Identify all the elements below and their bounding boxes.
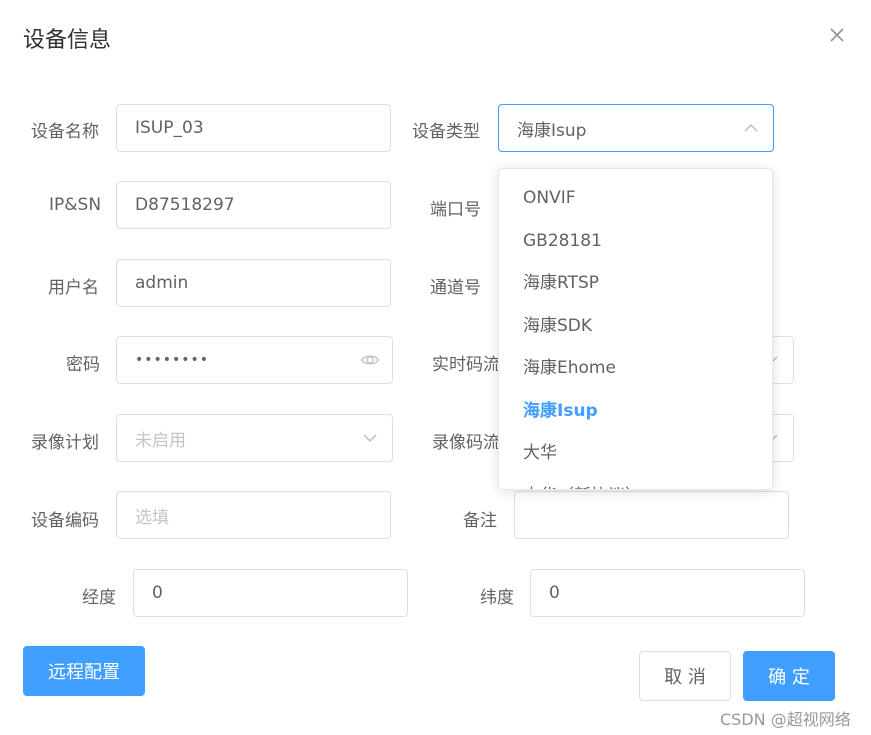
- ip-sn-value: D87518297: [135, 195, 235, 215]
- channel-label: 通道号: [430, 278, 481, 298]
- device-type-value: 海康Isup: [517, 120, 587, 141]
- longitude-value: 0: [152, 583, 163, 603]
- username-input[interactable]: admin: [116, 259, 391, 307]
- record-plan-value: 未启用: [135, 430, 186, 451]
- dropdown-option-dahua-new[interactable]: 大华（新协议）: [499, 475, 772, 490]
- device-type-label: 设备类型: [412, 122, 480, 142]
- username-value: admin: [135, 273, 189, 293]
- realtime-stream-label: 实时码流: [432, 355, 500, 375]
- remark-input[interactable]: [514, 491, 789, 539]
- device-name-value: ISUP_03: [135, 118, 204, 138]
- latitude-value: 0: [549, 583, 560, 603]
- device-name-label: 设备名称: [31, 122, 99, 142]
- username-label: 用户名: [48, 278, 99, 298]
- watermark: CSDN @超视网络: [720, 710, 851, 729]
- longitude-label: 经度: [82, 588, 116, 608]
- dropdown-option-hik-isup[interactable]: 海康Isup: [499, 390, 772, 433]
- dropdown-option-hik-sdk[interactable]: 海康SDK: [499, 305, 772, 348]
- device-name-input[interactable]: ISUP_03: [116, 104, 391, 152]
- eye-icon[interactable]: [360, 350, 380, 370]
- dropdown-option-hik-ehome[interactable]: 海康Ehome: [499, 347, 772, 390]
- device-code-placeholder: 选填: [135, 507, 169, 528]
- confirm-button[interactable]: 确 定: [743, 651, 835, 701]
- chevron-down-icon: [360, 428, 380, 448]
- longitude-input[interactable]: 0: [133, 569, 408, 617]
- record-stream-label: 录像码流: [432, 433, 500, 453]
- latitude-input[interactable]: 0: [530, 569, 805, 617]
- record-plan-select[interactable]: 未启用: [116, 414, 393, 462]
- chevron-up-icon: [741, 118, 761, 138]
- device-type-dropdown: ONVIF GB28181 海康RTSP 海康SDK 海康Ehome 海康Isu…: [498, 168, 773, 490]
- device-code-label: 设备编码: [31, 511, 99, 531]
- password-input[interactable]: ••••••••: [116, 336, 393, 384]
- dropdown-option-onvif[interactable]: ONVIF: [499, 177, 772, 220]
- record-plan-label: 录像计划: [31, 433, 99, 453]
- device-type-select[interactable]: 海康Isup: [498, 104, 774, 152]
- device-code-input[interactable]: 选填: [116, 491, 391, 539]
- latitude-label: 纬度: [480, 588, 514, 608]
- cancel-button[interactable]: 取 消: [639, 651, 731, 701]
- dropdown-option-gb28181[interactable]: GB28181: [499, 220, 772, 263]
- password-label: 密码: [66, 355, 100, 375]
- ip-sn-input[interactable]: D87518297: [116, 181, 391, 229]
- password-value: ••••••••: [135, 352, 210, 368]
- remote-config-button[interactable]: 远程配置: [23, 646, 145, 696]
- dropdown-option-dahua[interactable]: 大华: [499, 432, 772, 475]
- close-icon[interactable]: [826, 24, 848, 46]
- dropdown-option-hik-rtsp[interactable]: 海康RTSP: [499, 262, 772, 305]
- ip-sn-label: IP&SN: [49, 195, 102, 215]
- port-label: 端口号: [430, 200, 481, 220]
- remark-label: 备注: [463, 511, 497, 531]
- dialog-title: 设备信息: [23, 28, 112, 53]
